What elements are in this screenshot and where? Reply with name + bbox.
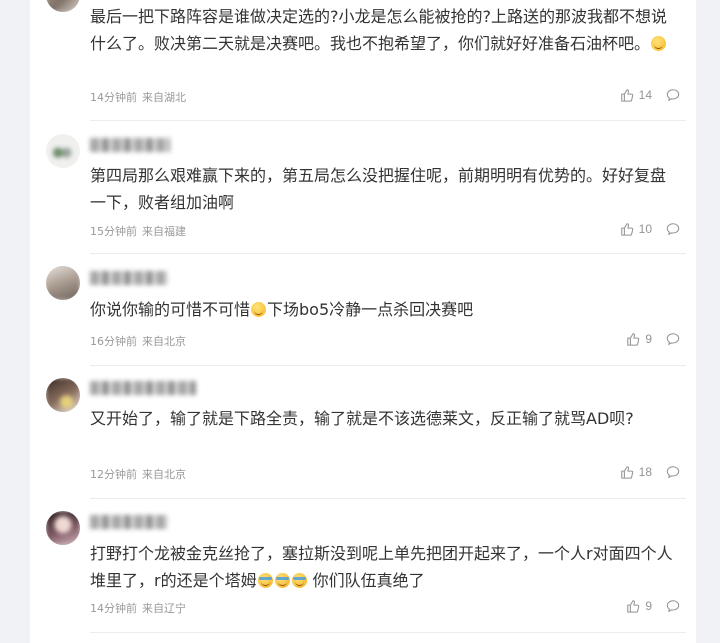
comment-time: 15分钟前 <box>90 225 137 238</box>
like-count: 9 <box>645 332 652 346</box>
like-button[interactable]: 9 <box>626 599 652 613</box>
avatar[interactable] <box>46 378 80 412</box>
comment-text: 最后一把下路阵容是谁做决定选的?小龙是怎么能被抢的?上路送的那波我都不想说什么了… <box>90 7 667 53</box>
divider <box>90 365 686 366</box>
username[interactable] <box>90 271 168 285</box>
sweat-smile-emoji-icon <box>291 573 307 588</box>
comment-bubble-icon <box>666 223 680 236</box>
like-button[interactable]: 9 <box>626 332 652 346</box>
comment-text: 打野打个龙被金克丝抢了，塞拉斯没到呢上单先把团开起来了，一个人r对面四个人堆里了… <box>90 544 673 590</box>
comment-meta: 12分钟前 来自北京 <box>90 466 191 482</box>
sweat-smile-emoji-icon <box>257 573 273 588</box>
comment-location: 来自北京 <box>142 468 186 481</box>
smile-emoji-icon <box>651 36 667 51</box>
comment-bubble-icon <box>666 89 680 102</box>
comment-actions: 9 <box>626 599 680 613</box>
comment-bubble-icon <box>666 333 680 346</box>
divider <box>90 253 686 254</box>
like-count: 10 <box>638 222 652 236</box>
comment-location: 来自辽宁 <box>142 602 186 615</box>
reply-button[interactable] <box>666 88 680 102</box>
like-count: 14 <box>638 88 652 102</box>
thumbs-up-icon <box>620 89 633 102</box>
like-count: 18 <box>638 465 652 479</box>
comment-location: 来自北京 <box>142 335 186 348</box>
comment-time: 12分钟前 <box>90 468 137 481</box>
avatar[interactable] <box>46 134 80 168</box>
divider <box>90 498 686 499</box>
comment-meta: 15分钟前 来自福建 <box>90 223 191 239</box>
like-button[interactable]: 18 <box>620 465 652 479</box>
divider <box>90 120 686 121</box>
username[interactable] <box>90 381 196 395</box>
comment-location: 来自福建 <box>142 225 186 238</box>
divider <box>90 632 686 633</box>
comment-text: 你说你输的可惜不可惜 下场bo5冷静一点杀回决赛吧 <box>90 300 474 319</box>
thumbs-up-icon <box>627 600 640 613</box>
thumbs-up-icon <box>627 333 640 346</box>
comment-time: 14分钟前 <box>90 602 137 615</box>
thumbs-up-icon <box>620 466 633 479</box>
comment-bubble-icon <box>666 600 680 613</box>
username[interactable] <box>90 138 170 152</box>
comment-time: 14分钟前 <box>90 91 137 104</box>
comment-bubble-icon <box>666 466 680 479</box>
comment-actions: 14 <box>620 88 680 102</box>
comment-meta: 14分钟前 来自辽宁 <box>90 600 191 616</box>
thumbs-up-icon <box>620 223 633 236</box>
comment-location: 来自湖北 <box>142 91 186 104</box>
avatar[interactable] <box>46 266 80 300</box>
reply-button[interactable] <box>666 599 680 613</box>
reply-button[interactable] <box>666 332 680 346</box>
comment-actions: 18 <box>620 465 680 479</box>
avatar[interactable] <box>46 0 80 12</box>
like-button[interactable]: 10 <box>620 222 652 236</box>
like-count: 9 <box>645 599 652 613</box>
comment-actions: 9 <box>626 332 680 346</box>
comment-meta: 14分钟前 来自湖北 <box>90 89 191 105</box>
reply-button[interactable] <box>666 465 680 479</box>
comment-list: 最后一把下路阵容是谁做决定选的?小龙是怎么能被抢的?上路送的那波我都不想说什么了… <box>30 0 696 643</box>
like-button[interactable]: 14 <box>620 88 652 102</box>
comment-time: 16分钟前 <box>90 335 137 348</box>
comment-meta: 16分钟前 来自北京 <box>90 333 191 349</box>
sweat-smile-emoji-icon <box>274 573 290 588</box>
reply-button[interactable] <box>666 222 680 236</box>
comment-text: 又开始了，输了就是下路全责，输了就是不该选德莱文，反正输了就骂AD呗? <box>90 409 634 428</box>
comment-text: 第四局那么艰难赢下来的，第五局怎么没把握住呢，前期明明有优势的。好好复盘一下，败… <box>90 166 667 212</box>
comment-actions: 10 <box>620 222 680 236</box>
username[interactable] <box>90 515 168 529</box>
avatar[interactable] <box>46 511 80 545</box>
smile-emoji-icon <box>251 302 267 317</box>
